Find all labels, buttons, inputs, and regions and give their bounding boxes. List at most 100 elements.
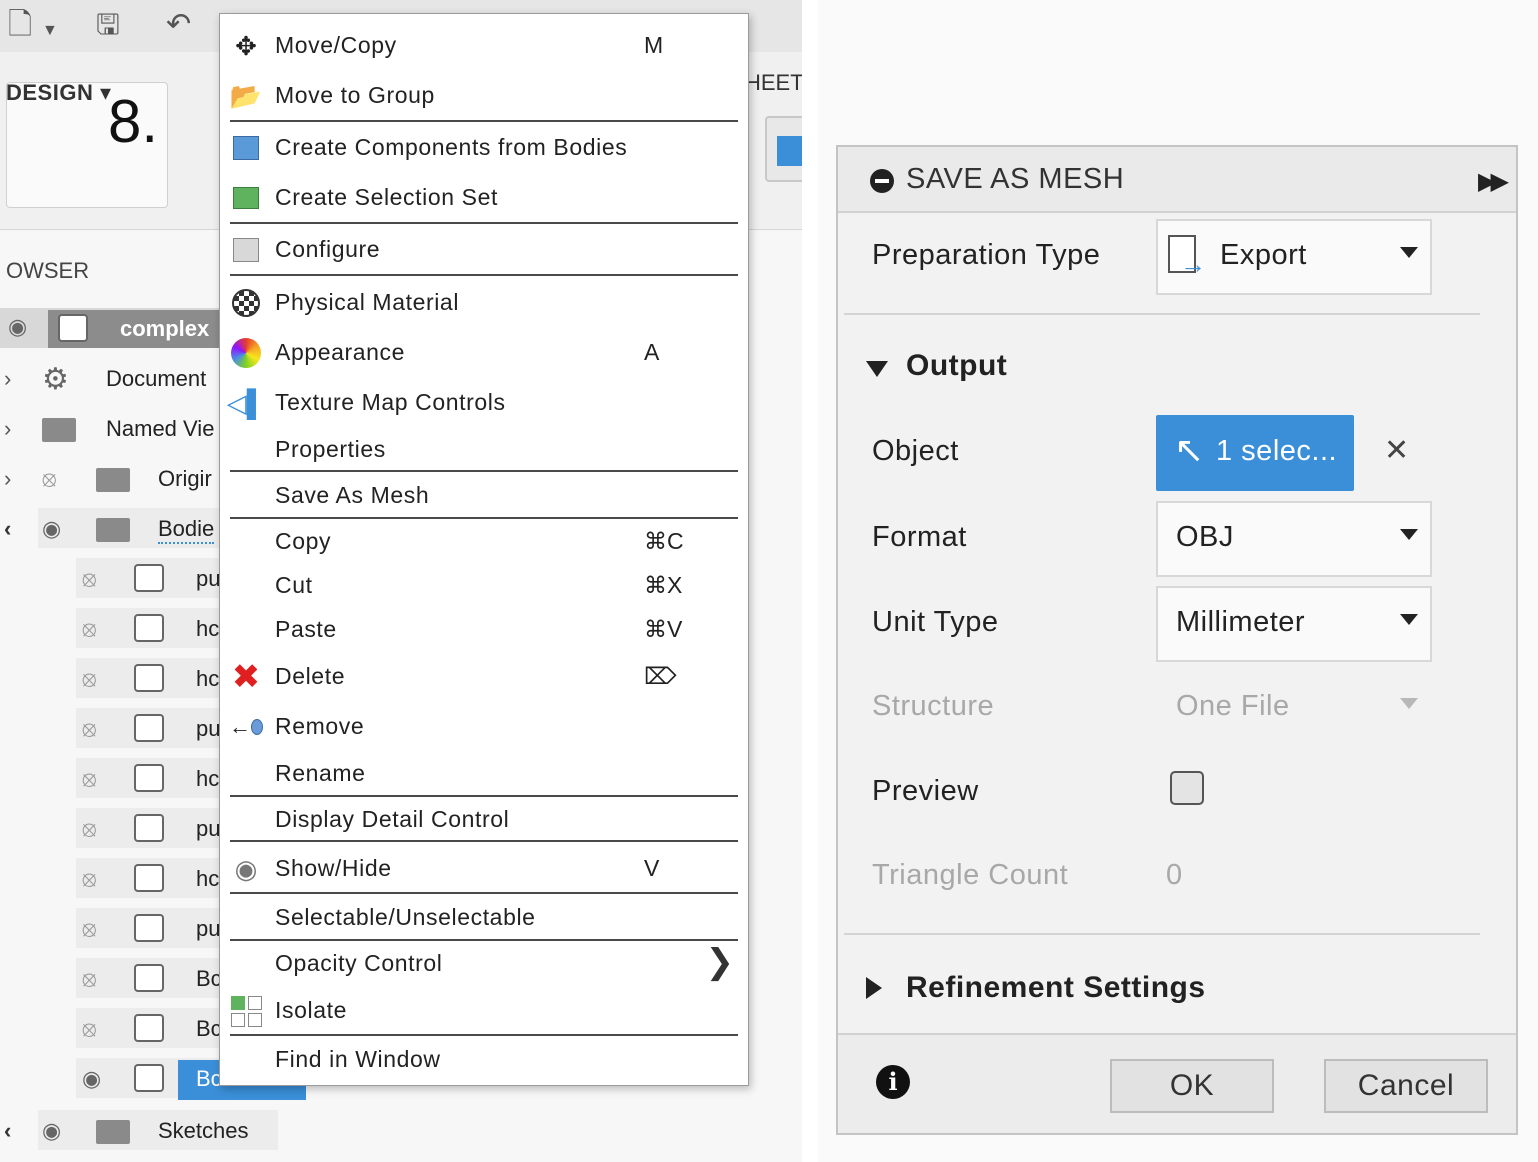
eye-hidden-icon[interactable]: ⦻ — [82, 1016, 97, 1042]
menu-item-remove[interactable]: ← Remove — [220, 703, 748, 747]
eye-hidden-icon[interactable]: ⦻ — [82, 616, 97, 642]
file-dropdown-chevron-icon[interactable]: ▼ — [42, 14, 58, 48]
refinement-settings-section-title[interactable]: Refinement Settings — [906, 971, 1206, 1005]
eye-icon[interactable]: ◉ — [82, 1066, 101, 1092]
menu-item-move-to-group[interactable]: 📂 Move to Group — [220, 72, 748, 116]
ok-button[interactable]: OK — [1110, 1059, 1274, 1113]
workspace-label[interactable]: DESIGN ▾ — [6, 80, 112, 106]
body-icon — [134, 764, 164, 792]
menu-separator — [230, 120, 738, 122]
eye-hidden-icon[interactable]: ⦻ — [82, 716, 97, 742]
undo-icon[interactable]: ↶ — [166, 8, 191, 42]
eye-hidden-icon[interactable]: ⦻ — [82, 566, 97, 592]
menu-item-show-hide[interactable]: ◉ Show/Hide V — [220, 845, 748, 889]
browser-row-body[interactable]: hc — [196, 766, 219, 792]
component-box-icon — [58, 314, 88, 342]
cancel-button[interactable]: Cancel — [1324, 1059, 1488, 1113]
browser-row-body[interactable]: hc — [196, 666, 219, 692]
collapse-chevron-icon[interactable]: ‹ — [4, 516, 11, 542]
menu-separator — [230, 222, 738, 224]
browser-row-body[interactable]: Bc — [196, 966, 222, 992]
collapse-dialog-icon[interactable] — [870, 169, 894, 193]
menu-item-configure[interactable]: Configure — [220, 226, 748, 270]
browser-row-body-selected[interactable]: Bc — [196, 1066, 222, 1092]
folder-icon — [42, 418, 76, 442]
ribbon-tool-icon[interactable] — [765, 116, 802, 182]
browser-row-sketches[interactable]: Sketches — [158, 1118, 249, 1144]
browser-row-document-settings[interactable]: Document — [106, 366, 206, 392]
unit-type-dropdown[interactable]: Millimeter — [1156, 586, 1432, 662]
context-menu: ✥ Move/Copy M 📂 Move to Group Create Com… — [219, 13, 749, 1086]
appearance-icon — [229, 337, 263, 369]
format-label: Format — [872, 521, 967, 553]
browser-row-body[interactable]: pu — [196, 716, 220, 742]
info-icon[interactable]: i — [876, 1065, 910, 1099]
menu-item-copy[interactable]: Copy ⌘C — [220, 518, 748, 562]
body-icon — [134, 914, 164, 942]
browser-row-body[interactable]: hc — [196, 616, 219, 642]
eye-hidden-icon[interactable]: ⦻ — [82, 966, 97, 992]
browser-row-body[interactable]: pu — [196, 816, 220, 842]
expand-chevron-icon[interactable]: › — [4, 466, 11, 492]
eye-icon[interactable]: ◉ — [42, 1118, 61, 1144]
browser-title: OWSER — [6, 258, 90, 283]
browser-row-origin[interactable]: Origir — [158, 466, 212, 492]
save-icon[interactable]: 🖫 — [96, 8, 120, 42]
expand-chevron-icon[interactable]: › — [4, 366, 11, 392]
body-icon — [134, 614, 164, 642]
eye-hidden-icon[interactable]: ⦻ — [82, 916, 97, 942]
body-icon — [134, 564, 164, 592]
folder-open-icon: 📂 — [229, 80, 263, 111]
browser-row-body[interactable]: pu — [196, 566, 220, 592]
section-collapsed-triangle-icon[interactable] — [866, 977, 882, 999]
preparation-type-dropdown[interactable]: → Export — [1156, 219, 1432, 295]
menu-item-texture-map-controls[interactable]: ◁▌ Texture Map Controls — [220, 379, 748, 423]
eye-hidden-icon[interactable]: ⦻ — [82, 866, 97, 892]
menu-item-properties[interactable]: Properties — [220, 426, 748, 470]
export-arrow-icon: → — [1180, 249, 1206, 279]
menu-item-create-selection-set[interactable]: Create Selection Set — [220, 174, 748, 218]
browser-row-body[interactable]: hc — [196, 866, 219, 892]
menu-item-delete[interactable]: ✖ Delete ⌦ — [220, 653, 748, 697]
browser-row-named-views[interactable]: Named Vie — [106, 416, 214, 442]
section-divider — [844, 933, 1480, 935]
menu-item-paste[interactable]: Paste ⌘V — [220, 606, 748, 650]
expand-chevron-icon[interactable]: › — [4, 416, 11, 442]
eye-icon[interactable]: ◉ — [42, 516, 61, 542]
menu-item-selectable-unselectable[interactable]: Selectable/Unselectable — [220, 894, 748, 938]
menu-item-move-copy[interactable]: ✥ Move/Copy M — [220, 22, 748, 66]
root-component-label[interactable]: complex — [120, 316, 209, 342]
configure-icon — [229, 234, 263, 266]
format-dropdown[interactable]: OBJ — [1156, 501, 1432, 577]
eye-hidden-icon[interactable]: ⦻ — [82, 766, 97, 792]
menu-item-physical-material[interactable]: Physical Material — [220, 279, 748, 323]
clear-selection-close-icon[interactable]: ✕ — [1384, 433, 1409, 468]
menu-separator — [230, 274, 738, 276]
eye-hidden-icon[interactable]: ⦻ — [82, 816, 97, 842]
menu-item-find-in-window[interactable]: Find in Window — [220, 1036, 748, 1080]
browser-row-bodies[interactable]: Bodie — [158, 516, 215, 544]
menu-item-display-detail-control[interactable]: Display Detail Control — [220, 796, 748, 840]
eye-hidden-icon[interactable]: ⦻ — [42, 466, 57, 492]
sheet-tab[interactable]: HEET — [745, 70, 802, 96]
collapse-chevron-icon[interactable]: ‹ — [4, 1118, 11, 1144]
menu-item-save-as-mesh[interactable]: Save As Mesh — [220, 472, 748, 516]
object-selection-button[interactable]: ↖ 1 selec... — [1156, 415, 1354, 491]
browser-row-body[interactable]: Bc — [196, 1016, 222, 1042]
dialog-header[interactable]: SAVE AS MESH ▶▶ — [838, 147, 1516, 213]
section-expanded-triangle-icon[interactable] — [866, 361, 888, 377]
eye-hidden-icon[interactable]: ⦻ — [82, 666, 97, 692]
file-icon[interactable]: 🗋 — [8, 8, 32, 42]
preview-checkbox[interactable] — [1170, 771, 1204, 805]
menu-item-appearance[interactable]: Appearance A — [220, 329, 748, 373]
browser-row-body[interactable]: pu — [196, 916, 220, 942]
folder-icon — [96, 1120, 130, 1144]
menu-item-opacity-control[interactable]: Opacity Control ❯ — [220, 940, 748, 984]
eye-icon[interactable]: ◉ — [8, 314, 27, 340]
menu-item-cut[interactable]: Cut ⌘X — [220, 562, 748, 606]
double-arrow-right-icon[interactable]: ▶▶ — [1478, 167, 1509, 196]
menu-item-isolate[interactable]: Isolate — [220, 987, 748, 1031]
output-section-title[interactable]: Output — [906, 349, 1007, 383]
menu-item-rename[interactable]: Rename — [220, 750, 748, 794]
menu-item-create-components[interactable]: Create Components from Bodies — [220, 124, 748, 168]
